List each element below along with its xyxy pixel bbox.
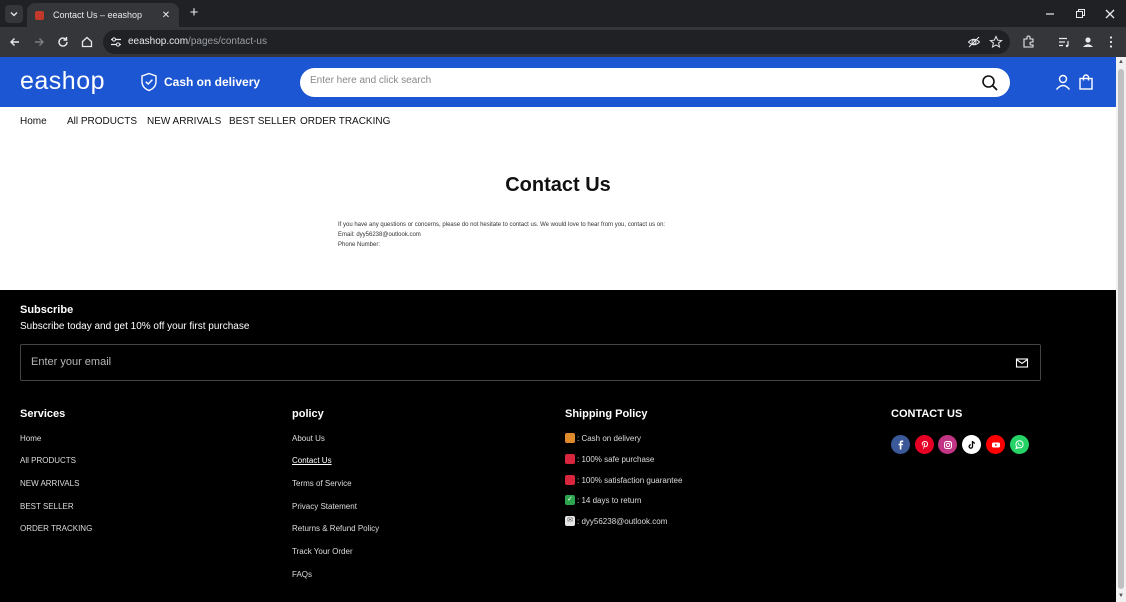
shipping-item-guarantee: : 100% satisfaction guarantee bbox=[565, 475, 682, 485]
site-footer: Subscribe Subscribe today and get 10% of… bbox=[0, 290, 1116, 602]
nav-item-all-products[interactable]: All PRODUCTS bbox=[67, 116, 137, 127]
site-header: eashop Cash on delivery bbox=[0, 57, 1116, 107]
media-queue-icon[interactable] bbox=[1056, 34, 1072, 50]
envelope-icon[interactable] bbox=[1015, 356, 1029, 370]
reload-icon[interactable] bbox=[55, 34, 71, 50]
nav-item-order-tracking[interactable]: ORDER TRACKING bbox=[300, 116, 390, 127]
tab-list-button[interactable] bbox=[5, 5, 23, 23]
minimize-icon[interactable] bbox=[1042, 6, 1058, 22]
nav-item-new-arrivals[interactable]: NEW ARRIVALS bbox=[147, 116, 221, 127]
footer-link-all-products[interactable]: All PRODUCTS bbox=[20, 456, 76, 465]
policy-heading: policy bbox=[292, 408, 324, 420]
profile-avatar-icon[interactable] bbox=[1080, 34, 1096, 50]
check-mark-icon: ✓ bbox=[565, 495, 575, 505]
restore-icon[interactable] bbox=[1072, 6, 1088, 22]
nav-item-best-seller[interactable]: BEST SELLER bbox=[229, 116, 296, 127]
handshake-icon bbox=[565, 475, 575, 485]
money-bag-icon bbox=[565, 433, 575, 443]
footer-link-best-seller[interactable]: BEST SELLER bbox=[20, 502, 74, 511]
back-arrow-icon[interactable] bbox=[7, 34, 23, 50]
shipping-heading: Shipping Policy bbox=[565, 408, 648, 420]
scrollbar-thumb[interactable] bbox=[1118, 69, 1124, 589]
footer-link-faqs[interactable]: FAQs bbox=[292, 570, 312, 579]
shopping-bag-icon[interactable] bbox=[1077, 73, 1095, 91]
envelope-icon: ✉ bbox=[565, 516, 575, 526]
shield-check-icon bbox=[141, 72, 157, 92]
extensions-puzzle-icon[interactable] bbox=[1021, 34, 1037, 50]
browser-tabstrip: Contact Us – eeashop ✕ + bbox=[0, 0, 1126, 27]
footer-link-new-arrivals[interactable]: NEW ARRIVALS bbox=[20, 479, 79, 488]
home-icon[interactable] bbox=[79, 34, 95, 50]
email-input[interactable] bbox=[31, 356, 931, 368]
main-navigation: Home All PRODUCTS NEW ARRIVALS BEST SELL… bbox=[0, 107, 1116, 137]
whatsapp-icon[interactable] bbox=[1010, 435, 1029, 454]
shipping-item-return: ✓ : 14 days to return bbox=[565, 495, 641, 505]
address-bar[interactable]: eeashop.com/pages/contact-us bbox=[103, 30, 1010, 54]
contact-heading: CONTACT US bbox=[891, 408, 963, 420]
account-user-icon[interactable] bbox=[1054, 73, 1072, 91]
forward-arrow-icon[interactable] bbox=[31, 34, 47, 50]
contact-info-text: If you have any questions or concerns, p… bbox=[338, 220, 665, 250]
tiktok-icon[interactable] bbox=[962, 435, 981, 454]
browser-toolbar: eeashop.com/pages/contact-us bbox=[0, 27, 1126, 57]
site-settings-icon[interactable] bbox=[109, 35, 123, 49]
window-close-icon[interactable] bbox=[1102, 6, 1118, 22]
site-favicon-icon bbox=[35, 10, 44, 20]
search-icon[interactable] bbox=[980, 73, 1000, 93]
youtube-icon[interactable] bbox=[986, 435, 1005, 454]
search-bar bbox=[300, 68, 1010, 97]
new-tab-plus-icon[interactable]: + bbox=[186, 5, 202, 21]
page-scrollbar[interactable]: ▲ ▼ bbox=[1116, 57, 1126, 602]
footer-link-privacy[interactable]: Privacy Statement bbox=[292, 502, 357, 511]
shipping-item-email: ✉ : dyy56238@outlook.com bbox=[565, 516, 667, 526]
chevron-down-icon bbox=[10, 12, 18, 17]
instagram-icon[interactable] bbox=[938, 435, 957, 454]
handshake-icon bbox=[565, 454, 575, 464]
footer-link-home[interactable]: Home bbox=[20, 434, 41, 443]
subscribe-text: Subscribe today and get 10% off your fir… bbox=[20, 321, 250, 332]
footer-link-track-order[interactable]: Track Your Order bbox=[292, 547, 353, 556]
url-text[interactable]: eeashop.com/pages/contact-us bbox=[128, 36, 267, 47]
tab-title: Contact Us – eeashop bbox=[53, 10, 143, 20]
footer-link-terms[interactable]: Terms of Service bbox=[292, 479, 352, 488]
shipping-item-cod: : Cash on delivery bbox=[565, 433, 641, 443]
facebook-icon[interactable] bbox=[891, 435, 910, 454]
page-title: Contact Us bbox=[505, 174, 611, 196]
subscribe-form bbox=[20, 344, 1041, 381]
shipping-item-safe: : 100% safe purchase bbox=[565, 454, 654, 464]
browser-menu-icon[interactable] bbox=[1103, 34, 1119, 50]
tab-close-icon[interactable]: ✕ bbox=[159, 10, 173, 21]
nav-item-home[interactable]: Home bbox=[20, 116, 47, 127]
footer-link-contact-us[interactable]: Contact Us bbox=[292, 456, 332, 465]
bookmark-star-icon[interactable] bbox=[989, 35, 1003, 49]
cod-label: Cash on delivery bbox=[164, 75, 261, 89]
site-logo[interactable]: eashop bbox=[20, 67, 105, 96]
footer-link-about-us[interactable]: About Us bbox=[292, 434, 325, 443]
scroll-up-arrow-icon[interactable]: ▲ bbox=[1118, 59, 1124, 65]
contact-email-line: Email: dyy56238@outlook.com bbox=[338, 232, 421, 238]
search-input[interactable] bbox=[310, 75, 960, 86]
scroll-down-arrow-icon[interactable]: ▼ bbox=[1118, 593, 1124, 599]
footer-link-returns[interactable]: Returns & Refund Policy bbox=[292, 524, 379, 533]
pinterest-icon[interactable] bbox=[915, 435, 934, 454]
subscribe-title: Subscribe bbox=[20, 304, 74, 316]
contact-phone-line: Phone Number: bbox=[338, 242, 381, 248]
contact-intro-line: If you have any questions or concerns, p… bbox=[338, 222, 666, 228]
browser-tab-active[interactable]: Contact Us – eeashop ✕ bbox=[27, 3, 179, 27]
eye-off-icon[interactable] bbox=[967, 35, 981, 49]
services-heading: Services bbox=[20, 408, 66, 420]
cod-badge: Cash on delivery bbox=[140, 72, 260, 92]
footer-link-order-tracking[interactable]: ORDER TRACKING bbox=[20, 524, 92, 533]
